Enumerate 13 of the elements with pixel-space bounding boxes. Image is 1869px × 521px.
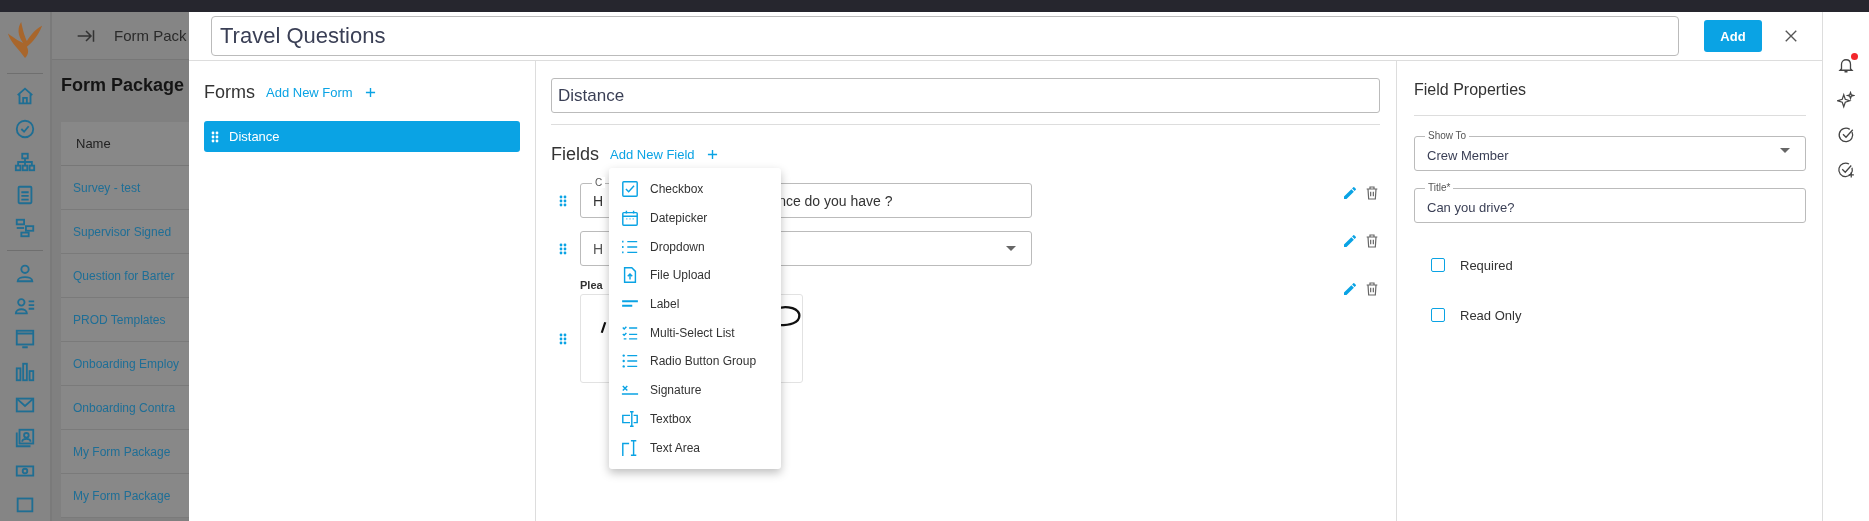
field-placeholder: H bbox=[593, 240, 604, 257]
field-value: Can you drive? bbox=[1427, 200, 1515, 215]
fields-heading: Fields bbox=[551, 144, 599, 165]
properties-heading: Field Properties bbox=[1414, 80, 1528, 100]
field-value: H bbox=[593, 192, 604, 209]
header-title: Form Pack bbox=[114, 27, 187, 44]
field-label: Title* bbox=[1425, 182, 1454, 193]
field-label: C bbox=[592, 177, 606, 188]
page-title: Form Package bbox=[60, 74, 186, 97]
field-label: Show To bbox=[1425, 130, 1470, 141]
field-label: Plea bbox=[580, 279, 604, 291]
field-value: Crew Member bbox=[1427, 148, 1509, 163]
forms-heading: Forms bbox=[204, 82, 255, 103]
